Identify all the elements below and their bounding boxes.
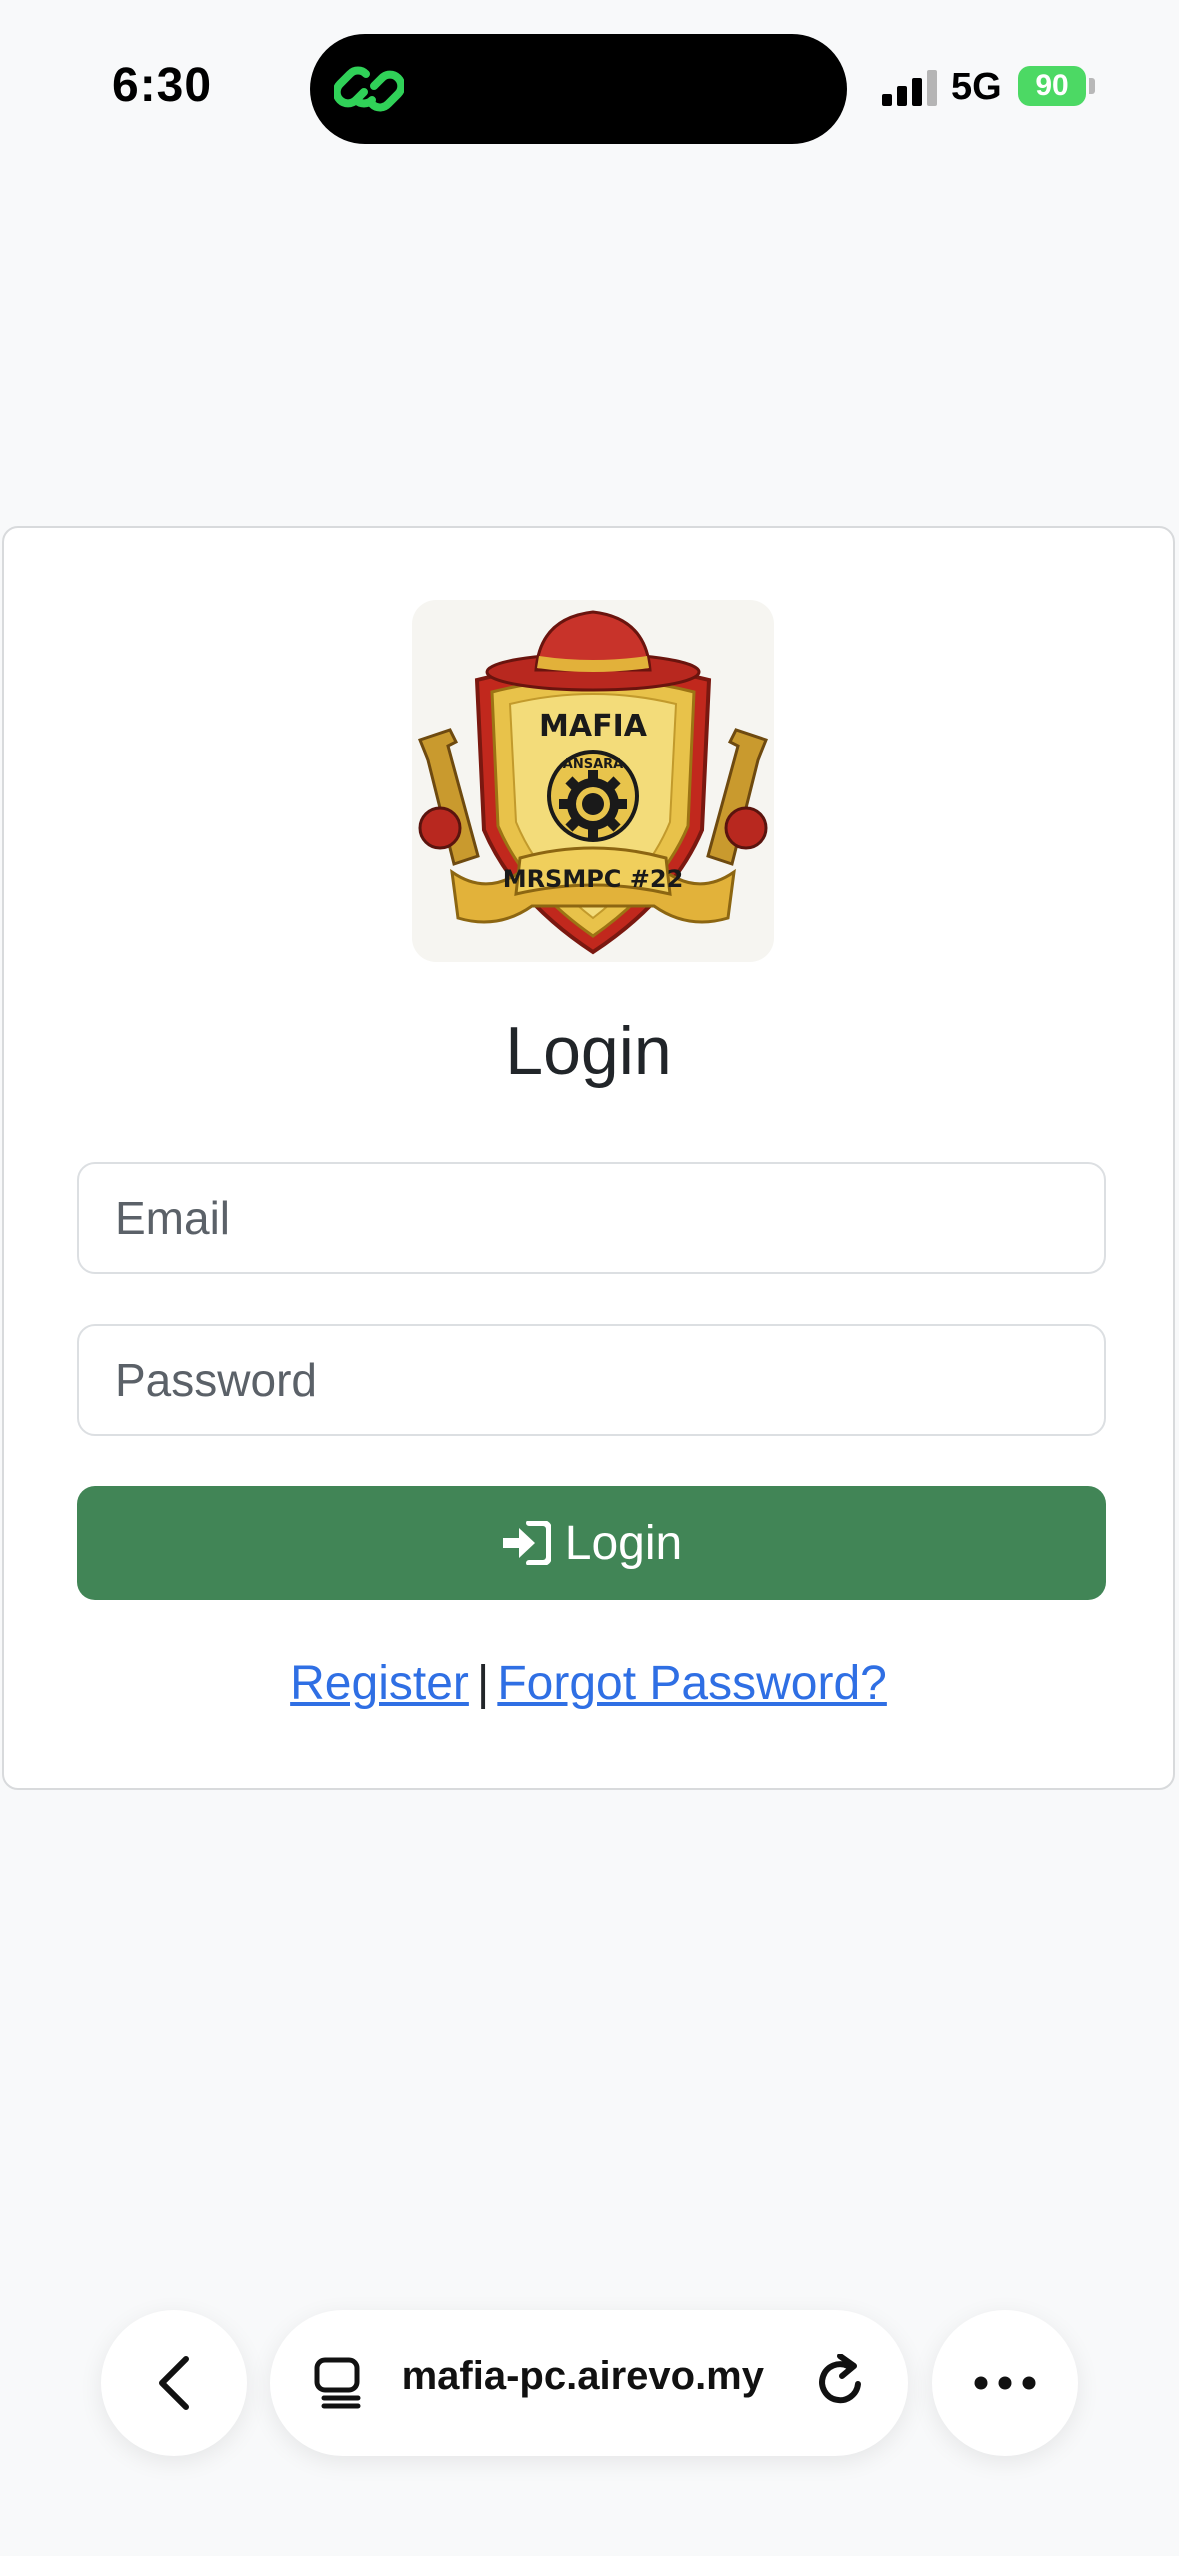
- more-button[interactable]: [932, 2310, 1078, 2456]
- status-time: 6:30: [112, 59, 213, 112]
- forgot-password-link[interactable]: Forgot Password?: [497, 1657, 887, 1710]
- right-pistol-icon: [706, 728, 768, 866]
- more-icon: [974, 2376, 1036, 2390]
- tabs-icon: [314, 2357, 361, 2409]
- email-input[interactable]: [77, 1162, 1106, 1274]
- svg-text:ANSARA: ANSARA: [563, 757, 623, 772]
- address-bar[interactable]: mafia-pc.airevo.my: [270, 2310, 908, 2456]
- register-link[interactable]: Register: [290, 1657, 469, 1710]
- login-button[interactable]: Login: [77, 1486, 1106, 1600]
- link-separator: |: [476, 1657, 490, 1710]
- battery-level: 90: [1035, 69, 1069, 102]
- back-chevron-icon: [159, 2356, 189, 2410]
- mafia-logo: MAFIA ANSARA MRSMPC #22: [412, 600, 774, 962]
- sign-in-icon: [502, 1521, 551, 1565]
- svg-text:MAFIA: MAFIA: [539, 709, 648, 744]
- signal-icon: [882, 70, 938, 106]
- dynamic-island: [310, 34, 847, 144]
- back-button[interactable]: [101, 2310, 247, 2456]
- auth-links: Register | Forgot Password?: [4, 1656, 1173, 1711]
- password-input[interactable]: [77, 1324, 1106, 1436]
- left-pistol-icon: [418, 728, 480, 866]
- login-card: MAFIA ANSARA MRSMPC #22 Login Email Logi…: [2, 526, 1175, 1790]
- link-icon: [334, 66, 404, 112]
- login-button-label: Login: [564, 1516, 683, 1570]
- reload-icon[interactable]: [814, 2354, 870, 2412]
- battery-icon: 90: [1018, 66, 1086, 106]
- svg-text:MRSMPC #22: MRSMPC #22: [503, 865, 684, 893]
- login-title: Login: [505, 1013, 672, 1089]
- battery-nub: [1089, 78, 1095, 94]
- network-label: 5G: [951, 66, 1002, 108]
- url-text[interactable]: mafia-pc.airevo.my: [404, 2354, 764, 2399]
